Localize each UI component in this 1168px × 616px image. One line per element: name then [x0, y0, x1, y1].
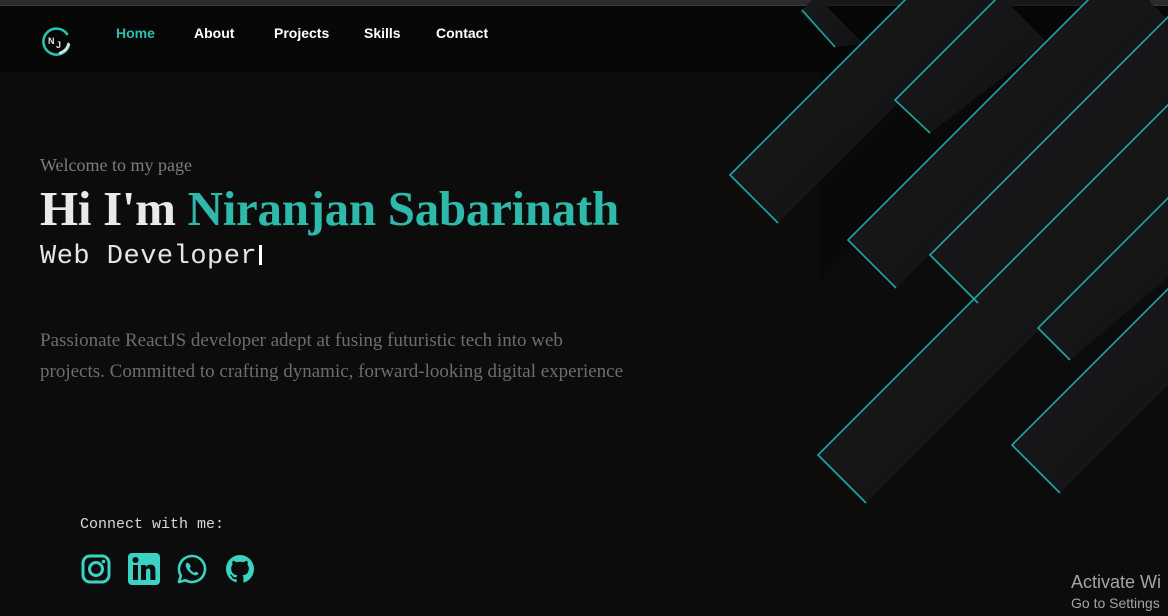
nav-projects[interactable]: Projects	[274, 25, 329, 41]
nav-skills[interactable]: Skills	[364, 25, 401, 41]
watermark-title: Activate Wi	[1071, 572, 1162, 592]
svg-text:N: N	[48, 36, 55, 46]
nj-logo-icon[interactable]: N J	[40, 25, 72, 57]
whatsapp-icon[interactable]	[176, 553, 208, 585]
instagram-icon[interactable]	[80, 553, 112, 585]
nav-home[interactable]: Home	[116, 25, 155, 41]
greeting-prefix: Hi I'm	[40, 181, 188, 236]
decorative-diagonal-bars	[728, 0, 1168, 504]
welcome-text: Welcome to my page	[40, 155, 192, 175]
connect-label: Connect with me:	[80, 516, 225, 533]
bio-paragraph: Passionate ReactJS developer adept at fu…	[40, 330, 624, 382]
social-links	[80, 553, 256, 585]
role-text: Web Developer	[40, 242, 258, 272]
linkedin-icon[interactable]	[128, 553, 160, 585]
nav-contact[interactable]: Contact	[436, 25, 488, 41]
hero-name: Niranjan Sabarinath	[187, 181, 620, 236]
watermark-subtitle: Go to Settings	[1071, 595, 1160, 611]
typed-role: Web Developer	[40, 242, 263, 272]
svg-text:J: J	[56, 40, 61, 50]
typing-caret	[259, 245, 263, 265]
windows-activation-watermark: Activate Wi Go to Settings	[1071, 572, 1161, 614]
hero-heading: Hi I'm Niranjan Sabarinath	[40, 180, 619, 237]
nav-about[interactable]: About	[194, 25, 234, 41]
github-icon[interactable]	[224, 553, 256, 585]
